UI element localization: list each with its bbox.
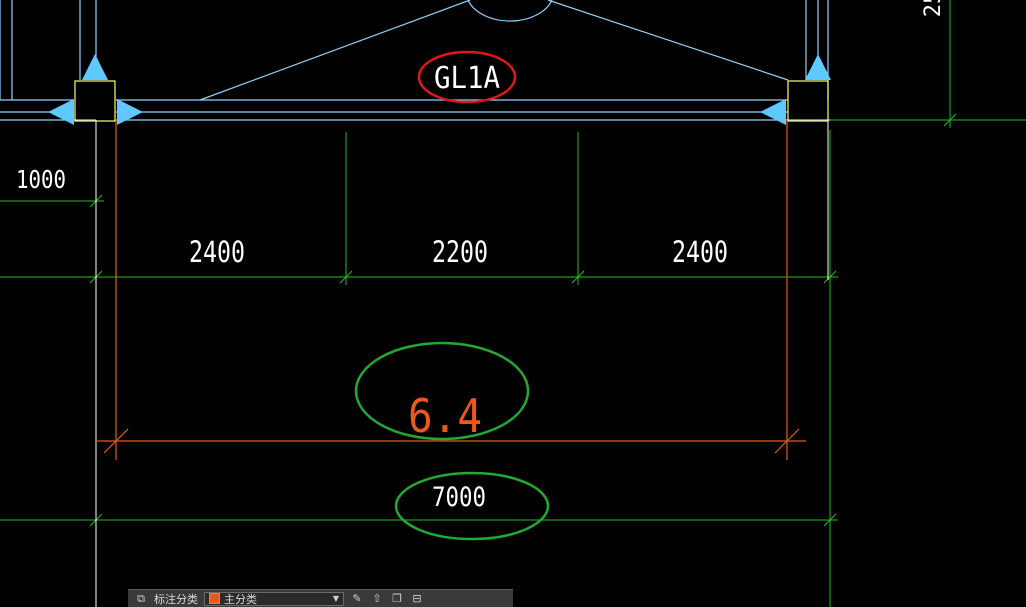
layer-toolbar: ⧉ 标注分类 主分类 ▼ ✎ ⇧ ❐ ⊟ (128, 589, 513, 607)
cad-drawing-canvas[interactable]: GL1A 1000 2400 2200 2400 6.4 7000 25 (0, 0, 1026, 607)
layer-value: 主分类 (224, 592, 257, 606)
dimension-text: 2400 (672, 235, 728, 269)
layer-states-icon[interactable]: ⧉ (134, 592, 148, 606)
measured-value-text: 6.4 (408, 389, 482, 443)
dimension-text-vertical: 25 (921, 0, 946, 17)
layer-color-swatch (209, 593, 220, 604)
layer-label: 标注分类 (154, 592, 198, 606)
pencil-icon[interactable]: ✎ (350, 592, 364, 606)
total-dimension-text: 7000 (432, 482, 486, 513)
delete-icon[interactable]: ⊟ (410, 592, 424, 606)
dimension-text: 2400 (189, 235, 245, 269)
dimension-text: 2200 (432, 235, 488, 269)
canvas-background (0, 0, 1026, 607)
chevron-down-icon: ▼ (332, 594, 339, 603)
copy-icon[interactable]: ❐ (390, 592, 404, 606)
arrow-up-icon[interactable]: ⇧ (370, 592, 384, 606)
layer-dropdown[interactable]: 主分类 ▼ (204, 591, 344, 606)
dimension-text: 1000 (16, 165, 66, 194)
beam-label: GL1A (434, 61, 500, 96)
